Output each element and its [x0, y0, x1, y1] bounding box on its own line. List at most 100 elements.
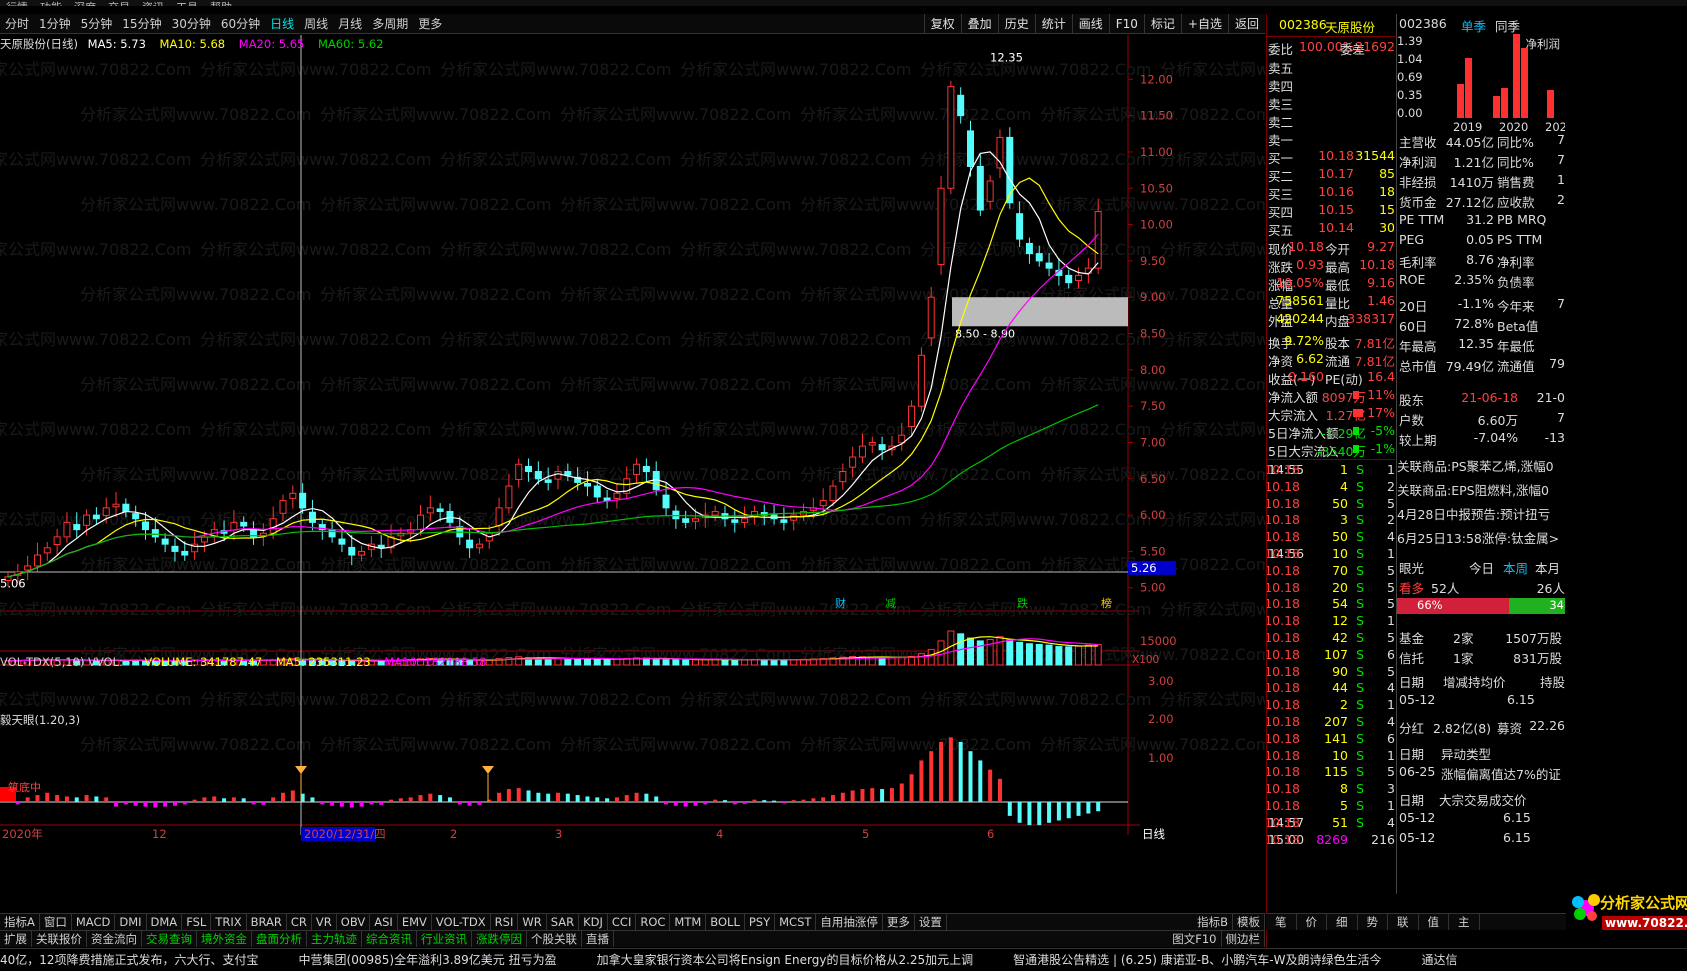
extension-right-tab-1[interactable]: 侧边栏 — [1222, 931, 1265, 947]
indicator-tab-7[interactable]: BRAR — [247, 914, 287, 930]
period-tab-5[interactable]: 60分钟 — [216, 15, 265, 32]
quote-tab-5[interactable]: 值 — [1419, 914, 1449, 930]
kline-chart[interactable]: 分析家公式网www.70822.Com 分析家公式网www.70822.Com 分析… — [0, 35, 1265, 905]
ticker-item-0[interactable]: 40亿，12项降费措施正式发布，六大行、支付宝 — [0, 953, 259, 967]
extension-tab-10[interactable]: 个股关联 — [527, 931, 582, 947]
indicator-tab-12[interactable]: EMV — [398, 914, 432, 930]
news-ticker[interactable]: 40亿，12项降费措施正式发布，六大行、支付宝 中营集团(00985)全年溢利3.… — [0, 948, 1687, 971]
extension-tab-9[interactable]: 涨跌停因 — [472, 931, 527, 947]
quote-tab-3[interactable]: 势 — [1358, 914, 1388, 930]
indicator-tab-6[interactable]: TRIX — [211, 914, 247, 930]
extension-tab-1[interactable]: 关联报价 — [32, 931, 87, 947]
period-tab-4[interactable]: 30分钟 — [167, 15, 216, 32]
indicator-tab-14[interactable]: RSI — [491, 914, 519, 930]
tick-price: 10.18 — [1266, 781, 1300, 797]
volume-bar — [1075, 645, 1083, 666]
ticker-item-1[interactable]: 中营集团(00985)全年溢利3.89亿美元 扭亏为盈 — [299, 953, 557, 967]
watermark: 分析家公式网www.70822.Com — [0, 60, 191, 79]
tick-count: 3 — [1387, 781, 1395, 797]
period-tab-10[interactable]: 更多 — [413, 15, 447, 32]
tick-vol: 5 — [1340, 798, 1348, 813]
tool-button-5[interactable]: F10 — [1108, 14, 1144, 34]
indicator-tab-16[interactable]: SAR — [547, 914, 580, 930]
candle-body — [308, 511, 316, 523]
period-tab-7[interactable]: 周线 — [299, 15, 333, 32]
indicator-tab-11[interactable]: ASI — [370, 914, 398, 930]
indicator-tab-23[interactable]: MCST — [775, 914, 817, 930]
holder-label: 户数 — [1399, 413, 1425, 428]
indicator-tab-26[interactable]: 设置 — [915, 914, 947, 930]
event-marker-0[interactable]: 财 — [835, 596, 846, 610]
extension-tab-2[interactable]: 资金流向 — [87, 931, 142, 947]
tool-button-0[interactable]: 复权 — [923, 14, 961, 34]
tool-button-4[interactable]: 画线 — [1071, 14, 1109, 34]
extension-tab-4[interactable]: 境外资金 — [197, 931, 252, 947]
extension-tab-6[interactable]: 主力轨迹 — [307, 931, 362, 947]
event-marker-2[interactable]: 跌 — [1017, 596, 1028, 610]
tool-button-3[interactable]: 统计 — [1034, 14, 1072, 34]
indicator-right-tab-0[interactable]: 指标B — [1193, 914, 1233, 930]
extension-tab-7[interactable]: 综合资讯 — [362, 931, 417, 947]
extension-tab-5[interactable]: 盘面分析 — [252, 931, 307, 947]
extension-tab-3[interactable]: 交易查询 — [142, 931, 197, 947]
period-tab-8[interactable]: 月线 — [333, 15, 367, 32]
ind-bar — [153, 802, 158, 808]
indicator-tab-9[interactable]: VR — [312, 914, 337, 930]
period-tab-1[interactable]: 1分钟 — [34, 15, 76, 32]
quote-tab-2[interactable]: 细 — [1327, 914, 1358, 930]
indicator-tab-24[interactable]: 自用抽涨停 — [816, 914, 883, 930]
indicator-right-tab-1[interactable]: 模板 — [1233, 914, 1265, 930]
extension-tab-8[interactable]: 行业资讯 — [417, 931, 472, 947]
indicator-tab-8[interactable]: CR — [287, 914, 312, 930]
tick-side: S — [1356, 781, 1364, 797]
indicator-tab-5[interactable]: FSL — [182, 914, 212, 930]
period-tab-2[interactable]: 5分钟 — [76, 15, 118, 32]
related-text: 关联商品:PS聚苯乙烯,涨幅0 — [1397, 459, 1554, 474]
indicator-tab-17[interactable]: KDJ — [579, 914, 608, 930]
eye-bull: 看多 — [1399, 581, 1425, 596]
buy-price: 10.15 — [1318, 202, 1354, 217]
quote-tab-6[interactable]: 主 — [1449, 914, 1480, 930]
indicator-tab-21[interactable]: BOLL — [706, 914, 745, 930]
watermark: 分析家公式网www.70822.Com — [0, 150, 191, 169]
tool-button-7[interactable]: +自选 — [1180, 14, 1228, 34]
ticker-item-3[interactable]: 智通港股公告精选 | (6.25) 康诺亚-B、小鹏汽车-W及朗诗绿色生活今 — [1013, 953, 1381, 967]
period-tab-0[interactable]: 分时 — [0, 15, 34, 32]
extension-right-tab-0[interactable]: 图文F10 — [1168, 931, 1222, 947]
indicator-tab-10[interactable]: OBV — [337, 914, 371, 930]
quote-tab-0[interactable]: 笔 — [1266, 914, 1297, 930]
candle-body — [426, 507, 434, 514]
period-tab-9[interactable]: 多周期 — [367, 15, 413, 32]
indicator-tab-0[interactable]: 指标A — [0, 914, 40, 930]
extension-tab-11[interactable]: 直播 — [582, 931, 614, 947]
ind-bar — [123, 802, 128, 805]
quote-tab-1[interactable]: 价 — [1297, 914, 1327, 930]
indicator-tab-20[interactable]: MTM — [670, 914, 707, 930]
indicator-tab-13[interactable]: VOL-TDX — [432, 914, 491, 930]
event-marker-3[interactable]: 榜 — [1101, 596, 1112, 610]
quote-tab-4[interactable]: 联 — [1388, 914, 1419, 930]
tool-button-1[interactable]: 叠加 — [960, 14, 998, 34]
indicator-tab-4[interactable]: DMA — [147, 914, 183, 930]
indicator-tab-1[interactable]: 窗口 — [40, 914, 72, 930]
extension-tab-0[interactable]: 扩展 — [0, 931, 32, 947]
tool-button-8[interactable]: 返回 — [1227, 14, 1265, 34]
indicator-tab-3[interactable]: DMI — [115, 914, 147, 930]
indicator-tab-15[interactable]: WR — [518, 914, 547, 930]
ticker-item-4[interactable]: 通达信 — [1422, 953, 1458, 967]
ind-bar — [369, 802, 374, 805]
holder-value2: 7 — [1557, 410, 1565, 425]
tool-button-2[interactable]: 历史 — [997, 14, 1035, 34]
indicator-tab-22[interactable]: PSY — [745, 914, 776, 930]
indicator-tab-19[interactable]: ROC — [636, 914, 671, 930]
indicator-tab-25[interactable]: 更多 — [883, 914, 915, 930]
period-tab-6[interactable]: 日线 — [265, 15, 299, 32]
abn-h1: 日期 — [1399, 747, 1425, 762]
period-tab-3[interactable]: 15分钟 — [117, 15, 166, 32]
tool-button-6[interactable]: 标记 — [1143, 14, 1181, 34]
indicator-tab-18[interactable]: CCI — [608, 914, 637, 930]
ticker-item-2[interactable]: 加拿大皇家银行资本公司将Ensign Energy的目标价格从2.25加元上调 — [597, 953, 974, 967]
event-marker-1[interactable]: 减 — [885, 597, 896, 610]
ind-bar — [222, 798, 227, 802]
indicator-tab-2[interactable]: MACD — [72, 914, 116, 930]
